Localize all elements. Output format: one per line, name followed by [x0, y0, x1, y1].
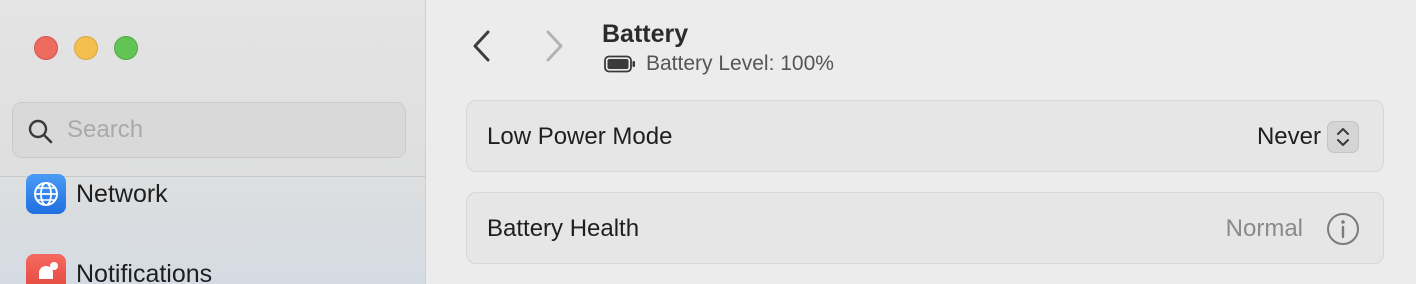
sidebar-item-label: Notifications: [76, 259, 213, 284]
sidebar: Network Notifications: [0, 0, 426, 284]
back-arrow-icon[interactable]: [468, 28, 496, 64]
search-icon: [28, 119, 53, 144]
low-power-mode-row: Low Power Mode Never: [466, 100, 1384, 172]
bell-icon: [26, 254, 66, 284]
search-input[interactable]: [67, 103, 387, 157]
maximize-window-button[interactable]: [114, 36, 138, 60]
forward-arrow-icon[interactable]: [540, 28, 568, 64]
battery-health-value: Normal: [1225, 215, 1303, 242]
sidebar-item-network[interactable]: Network: [26, 174, 168, 214]
battery-icon: [604, 55, 635, 73]
battery-health-label: Battery Health: [487, 215, 640, 242]
info-icon[interactable]: [1325, 211, 1361, 247]
chevron-up-down-icon: [1337, 128, 1349, 146]
sidebar-item-notifications[interactable]: Notifications: [26, 254, 212, 284]
sidebar-item-label: Network: [76, 179, 168, 208]
window-controls: [34, 36, 138, 60]
minimize-window-button[interactable]: [74, 36, 98, 60]
low-power-mode-label: Low Power Mode: [487, 123, 673, 150]
close-window-button[interactable]: [34, 36, 58, 60]
page-title: Battery: [602, 20, 689, 48]
search-field[interactable]: [12, 102, 406, 158]
globe-icon: [26, 174, 66, 214]
battery-level-subtitle: Battery Level: 100%: [604, 52, 834, 76]
low-power-mode-value[interactable]: Never: [1257, 123, 1321, 151]
battery-level-text: Battery Level: 100%: [646, 52, 834, 75]
battery-health-row: Battery Health Normal: [466, 192, 1384, 264]
low-power-mode-popup-button[interactable]: [1327, 121, 1359, 153]
